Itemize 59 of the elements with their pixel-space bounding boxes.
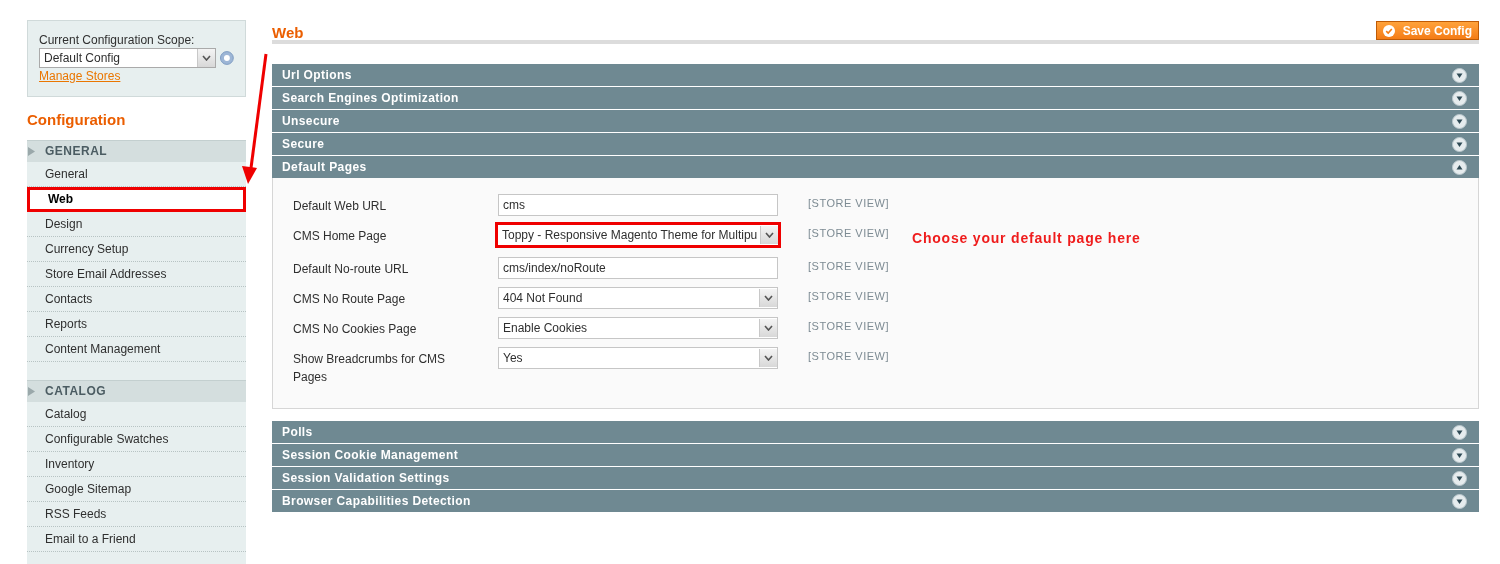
expand-icon[interactable] bbox=[1452, 90, 1467, 106]
section-header[interactable]: Unsecure bbox=[272, 110, 1479, 132]
scope-tag: [STORE VIEW] bbox=[808, 257, 908, 275]
section-header[interactable]: Polls bbox=[272, 421, 1479, 443]
sidebar-item[interactable]: Configurable Swatches bbox=[27, 426, 246, 452]
field-label: Default No-route URL bbox=[293, 261, 410, 278]
select-field[interactable]: Enable Cookies bbox=[498, 317, 778, 339]
scope-tag: [STORE VIEW] bbox=[808, 224, 908, 242]
text-field[interactable]: cms/index/noRoute bbox=[498, 257, 778, 279]
caret-icon bbox=[28, 146, 36, 156]
sidebar-group-header[interactable]: CATALOG bbox=[27, 379, 246, 402]
select-field[interactable]: Yes bbox=[498, 347, 778, 369]
section-header[interactable]: Secure bbox=[272, 133, 1479, 155]
expand-icon[interactable] bbox=[1452, 113, 1467, 129]
sidebar-item[interactable]: Reports bbox=[27, 311, 246, 337]
sidebar-item[interactable]: Content Management bbox=[27, 336, 246, 362]
sidebar-item[interactable]: Design bbox=[27, 211, 246, 237]
field-label: CMS No Cookies Page bbox=[293, 321, 418, 338]
collapse-icon[interactable] bbox=[1452, 159, 1467, 175]
expand-icon[interactable] bbox=[1452, 424, 1467, 440]
sidebar-group-header[interactable]: GENERAL bbox=[27, 139, 246, 162]
scope-label: Current Configuration Scope: bbox=[39, 33, 196, 48]
text-field[interactable]: cms bbox=[498, 194, 778, 216]
scope-tag: [STORE VIEW] bbox=[808, 317, 908, 335]
sidebar-item[interactable]: Inventory bbox=[27, 451, 246, 477]
section-header[interactable]: Default Pages bbox=[272, 156, 1479, 178]
section-header[interactable]: Browser Capabilities Detection bbox=[272, 490, 1479, 512]
checkmark-icon bbox=[1382, 24, 1395, 37]
section-header[interactable]: Session Validation Settings bbox=[272, 467, 1479, 489]
sidebar-item[interactable]: Contacts bbox=[27, 286, 246, 312]
scope-dropdown[interactable]: Default Config bbox=[39, 48, 217, 68]
expand-icon[interactable] bbox=[1452, 470, 1467, 486]
sidebar-item[interactable]: Google Sitemap bbox=[27, 476, 246, 502]
sidebar-item[interactable]: RSS Feeds bbox=[27, 501, 246, 527]
scope-tag: [STORE VIEW] bbox=[808, 347, 908, 365]
expand-icon[interactable] bbox=[1452, 136, 1467, 152]
section-header[interactable]: Url Options bbox=[272, 64, 1479, 86]
sidebar-item[interactable]: Email to a Friend bbox=[27, 526, 246, 552]
page-title: Web bbox=[272, 24, 304, 41]
sidebar-item[interactable]: Web bbox=[27, 186, 246, 212]
select-field[interactable]: Toppy - Responsive Magento Theme for Multipu bbox=[495, 222, 781, 248]
field-label: CMS No Route Page bbox=[293, 291, 407, 308]
section-header[interactable]: Search Engines Optimization bbox=[272, 87, 1479, 109]
scope-tag: [STORE VIEW] bbox=[808, 194, 908, 212]
sidebar-title: Configuration bbox=[27, 110, 127, 130]
expand-icon[interactable] bbox=[1452, 67, 1467, 83]
sidebar-item[interactable]: Currency Setup bbox=[27, 236, 246, 262]
caret-icon bbox=[28, 386, 36, 396]
expand-icon[interactable] bbox=[1452, 447, 1467, 463]
scope-tag: [STORE VIEW] bbox=[808, 287, 908, 305]
sidebar-item[interactable]: Catalog bbox=[27, 401, 246, 427]
field-label: CMS Home Page bbox=[293, 228, 388, 245]
annotation-text: Choose your default page here bbox=[912, 229, 1141, 248]
section-header[interactable]: Session Cookie Management bbox=[272, 444, 1479, 466]
expand-icon[interactable] bbox=[1452, 493, 1467, 509]
field-label: Show Breadcrumbs for CMS Pages bbox=[293, 351, 447, 386]
select-field[interactable]: 404 Not Found bbox=[498, 287, 778, 309]
sidebar-item[interactable]: Store Email Addresses bbox=[27, 261, 246, 287]
field-label: Default Web URL bbox=[293, 198, 388, 215]
